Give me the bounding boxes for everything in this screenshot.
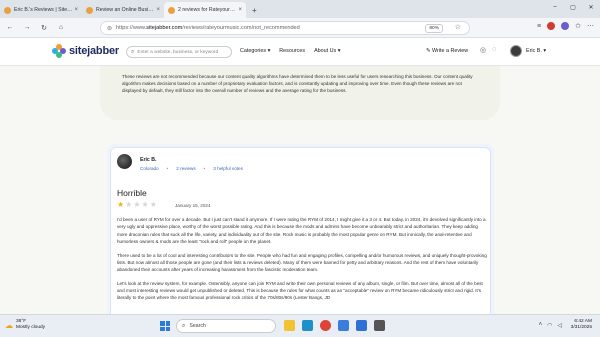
star-empty-icon: ★ bbox=[125, 200, 133, 209]
sitejabber-favicon-icon bbox=[4, 6, 11, 14]
review-paragraph: Let's look at the review system, for exa… bbox=[117, 280, 483, 301]
mail-icon[interactable] bbox=[356, 320, 367, 331]
chevron-up-icon[interactable]: ˄ bbox=[539, 322, 543, 329]
star-empty-icon: ★ bbox=[149, 200, 157, 209]
reviewer-avatar[interactable] bbox=[117, 154, 132, 169]
star-filled-icon: ★ bbox=[117, 200, 125, 209]
browser-tab-2[interactable]: Review an Online Business × bbox=[82, 2, 164, 18]
more-menu-icon[interactable]: ⋯ bbox=[587, 22, 594, 30]
file-explorer-icon[interactable] bbox=[284, 320, 295, 331]
review-title: Horrible bbox=[117, 188, 147, 198]
user-menu[interactable]: Eric B. ▾ bbox=[510, 45, 546, 57]
tab-title: Eric B.'s Reviews | Sitejabber bbox=[14, 7, 72, 13]
store-icon[interactable] bbox=[338, 320, 349, 331]
browser-toolbar: ← → ↻ ⌂ ⊜ https://www. sitejabber.com/rev… bbox=[0, 18, 600, 38]
reviewer-location: Colorado bbox=[140, 166, 159, 171]
browser-tab-strip: Eric B.'s Reviews | Sitejabber × Review … bbox=[0, 0, 600, 18]
wifi-icon[interactable]: ◠ bbox=[547, 322, 552, 329]
minimize-icon[interactable]: – bbox=[546, 4, 564, 10]
review-card: Eric B. Colorado • 2 reviews • 3 helpful… bbox=[110, 147, 491, 332]
maximize-icon[interactable]: ▢ bbox=[564, 4, 582, 11]
bookmark-star-icon[interactable]: ☆ bbox=[455, 23, 461, 31]
logo-mark-icon bbox=[52, 44, 66, 58]
header-icons: ◎ ◌ bbox=[480, 46, 496, 54]
url-path: /reviews/rateyourmusic.com/not_recommend… bbox=[182, 25, 300, 31]
search-icon: ⌕ bbox=[131, 48, 135, 55]
separator-dot: • bbox=[203, 166, 206, 171]
browser-tab-1[interactable]: Eric B.'s Reviews | Sitejabber × bbox=[0, 2, 82, 18]
messages-icon[interactable]: ◎ bbox=[480, 46, 486, 54]
extension-icon[interactable] bbox=[561, 22, 570, 30]
edge-browser-icon[interactable] bbox=[302, 320, 313, 331]
search-icon: ⌕ bbox=[182, 322, 186, 329]
extension-icon[interactable] bbox=[547, 22, 556, 30]
site-info-icon[interactable]: ⊜ bbox=[107, 25, 112, 32]
forward-icon[interactable]: → bbox=[20, 24, 34, 31]
volume-icon[interactable]: ◁ bbox=[557, 322, 562, 329]
site-nav: Categories ▾ Resources About Us ▾ bbox=[240, 48, 340, 54]
taskbar-search-label: Search bbox=[189, 323, 206, 329]
tab-title: Review an Online Business bbox=[96, 7, 155, 13]
tab-title: 2 reviews for Rateyourmusic.com bbox=[178, 7, 237, 13]
reading-list-icon[interactable]: ≡ bbox=[537, 23, 541, 30]
star-empty-icon: ★ bbox=[141, 200, 149, 209]
sitejabber-favicon-icon bbox=[86, 6, 93, 14]
weather-text: 38°F Mostly cloudy bbox=[16, 319, 45, 331]
nav-about-us[interactable]: About Us ▾ bbox=[314, 48, 340, 54]
app-icon[interactable] bbox=[374, 320, 385, 331]
url-prefix: https://www. bbox=[116, 25, 147, 31]
nav-categories[interactable]: Categories ▾ bbox=[240, 48, 270, 54]
reviewer-review-count[interactable]: 2 reviews bbox=[176, 166, 195, 171]
taskbar-apps bbox=[284, 320, 385, 331]
weather-widget[interactable]: ☁ 38°F Mostly cloudy bbox=[5, 319, 45, 331]
close-window-icon[interactable]: ✕ bbox=[582, 4, 600, 11]
separator-dot: • bbox=[166, 166, 169, 171]
reviewer-meta: Colorado • 2 reviews • 3 helpful votes bbox=[140, 166, 243, 171]
chrome-browser-icon[interactable] bbox=[320, 320, 331, 331]
close-tab-icon[interactable]: × bbox=[156, 7, 160, 13]
review-body: I'd been a user of RYM for over a decade… bbox=[117, 216, 487, 308]
review-paragraph: I'd been a user of RYM for over a decade… bbox=[117, 217, 486, 244]
favorites-icon[interactable]: ✩ bbox=[575, 22, 581, 30]
star-rating: ★ ★ ★ ★ ★ bbox=[117, 201, 157, 209]
notice-text: These reviews are not recommended becaus… bbox=[122, 74, 473, 94]
taskbar-clock[interactable]: 6:42 AM 3/31/2025 bbox=[571, 319, 592, 332]
close-tab-icon[interactable]: × bbox=[238, 7, 242, 13]
address-bar[interactable]: ⊜ https://www. sitejabber.com/reviews/rat… bbox=[100, 21, 470, 35]
windows-taskbar: ☁ 38°F Mostly cloudy ⌕ Search ˄ ◠ ◁ 6:42… bbox=[0, 314, 600, 337]
star-empty-icon: ★ bbox=[133, 200, 141, 209]
taskbar-search[interactable]: ⌕ Search bbox=[176, 319, 276, 333]
reviewer-name[interactable]: Eric B. bbox=[140, 157, 156, 163]
sitejabber-logo[interactable]: sitejabber bbox=[52, 44, 119, 58]
url-domain: sitejabber.com bbox=[146, 25, 183, 31]
review-paragraph: There used to be a lot of cool and inter… bbox=[117, 252, 487, 273]
window-controls: – ▢ ✕ bbox=[546, 0, 600, 14]
browser-extensions: ≡ ✩ ⋯ bbox=[537, 22, 594, 30]
clock-date: 3/31/2025 bbox=[570, 325, 592, 331]
nav-resources[interactable]: Resources bbox=[279, 48, 305, 54]
weather-desc: Mostly cloudy bbox=[16, 325, 46, 330]
reload-icon[interactable]: ↻ bbox=[37, 24, 51, 32]
reviewer-helpful-votes: 3 helpful votes bbox=[213, 166, 243, 171]
avatar bbox=[510, 45, 522, 57]
start-button-icon[interactable] bbox=[160, 321, 170, 331]
zoom-indicator[interactable]: 80% bbox=[425, 24, 443, 33]
sitejabber-favicon-icon bbox=[168, 6, 175, 14]
logo-text: sitejabber bbox=[69, 45, 119, 57]
review-date: January 15, 2024 bbox=[175, 203, 211, 208]
new-tab-button[interactable]: + bbox=[252, 6, 257, 15]
back-icon[interactable]: ← bbox=[3, 24, 17, 31]
weather-cloud-icon: ☁ bbox=[5, 320, 13, 330]
browser-tab-3-active[interactable]: 2 reviews for Rateyourmusic.com × bbox=[164, 2, 246, 18]
site-header: sitejabber ⌕ Enter a website, business, … bbox=[0, 38, 600, 66]
search-placeholder: Enter a website, business, or keyword bbox=[137, 49, 219, 55]
site-search-input[interactable]: ⌕ Enter a website, business, or keyword bbox=[126, 46, 232, 58]
system-tray: ˄ ◠ ◁ bbox=[539, 322, 562, 329]
close-tab-icon[interactable]: × bbox=[74, 7, 78, 13]
home-icon[interactable]: ⌂ bbox=[54, 24, 68, 31]
notifications-icon[interactable]: ◌ bbox=[492, 46, 496, 54]
write-review-link[interactable]: ✎ Write a Review bbox=[426, 48, 468, 54]
user-name: Eric B. ▾ bbox=[526, 48, 547, 54]
not-recommended-notice: These reviews are not recommended becaus… bbox=[100, 66, 500, 120]
